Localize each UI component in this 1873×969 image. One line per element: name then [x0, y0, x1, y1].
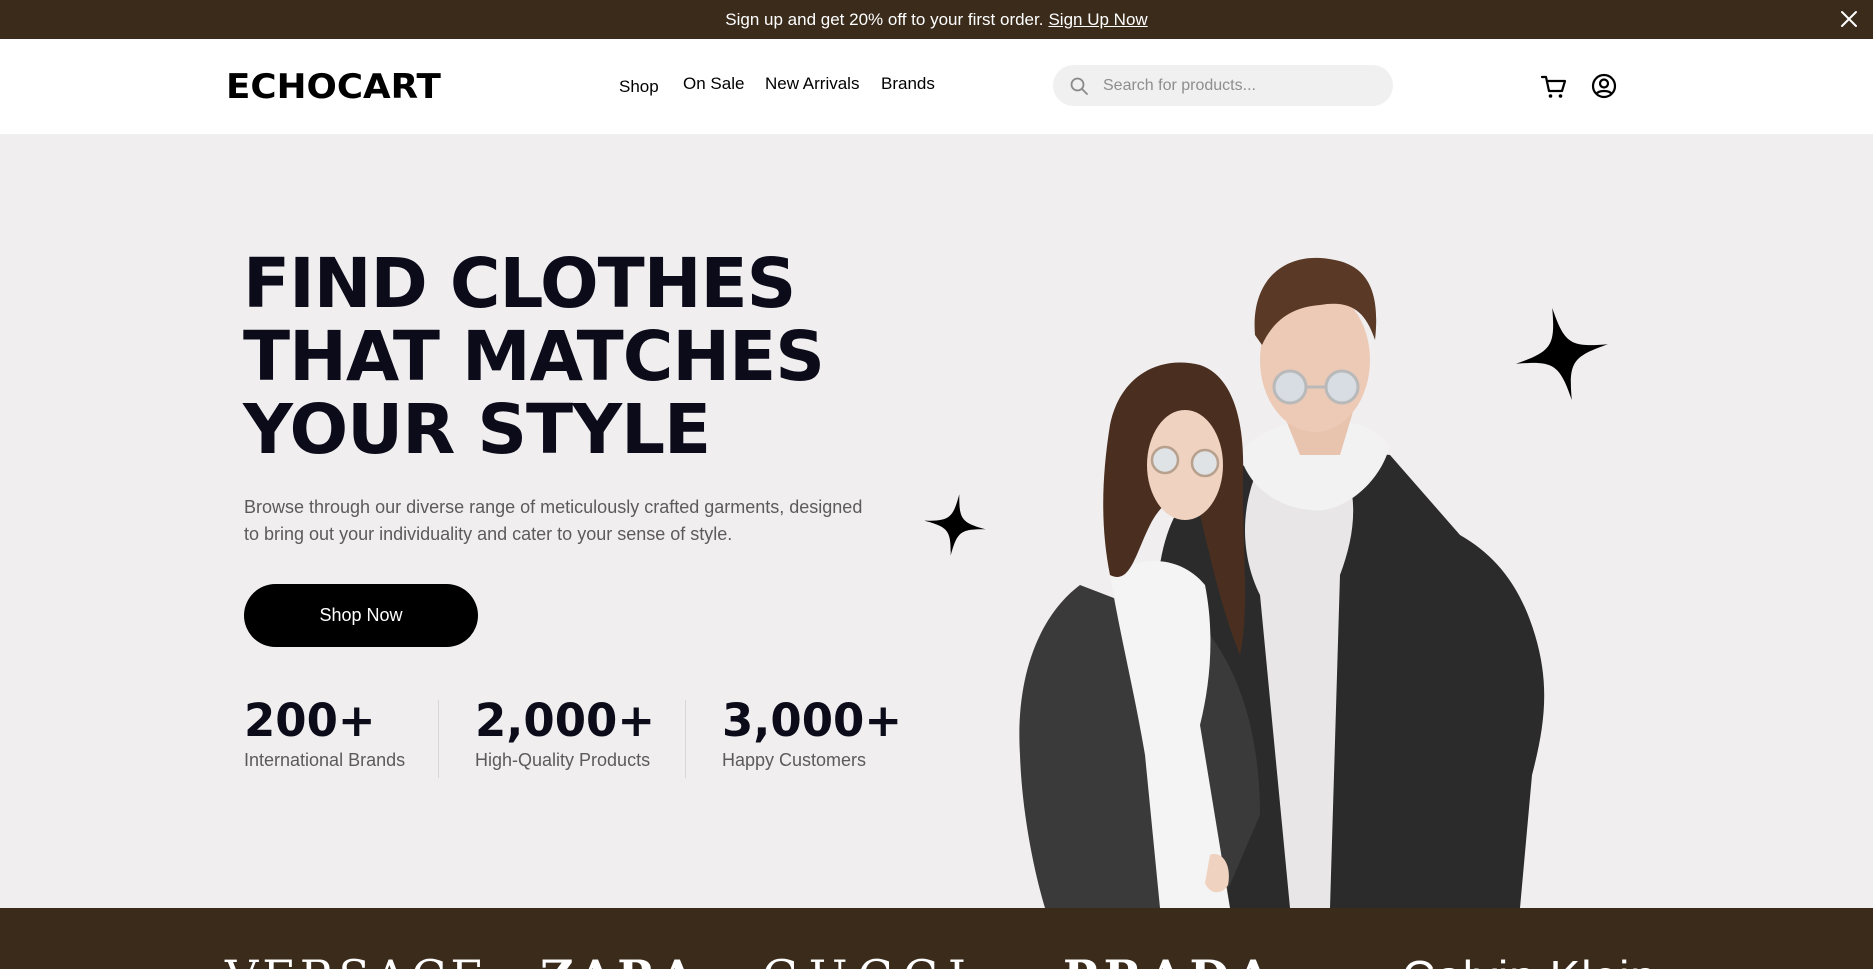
stat-value: 2,000+ — [475, 694, 656, 747]
brand-logo: GUCCI — [762, 950, 976, 969]
account-icon[interactable] — [1590, 72, 1618, 100]
announcement-bar: Sign up and get 20% off to your first or… — [0, 0, 1873, 39]
site-header: ECHOCART Shop On Sale New Arrivals Brand… — [0, 39, 1873, 134]
brand-logo: VERSACE — [225, 950, 488, 969]
announcement-message: Sign up and get 20% off to your first or… — [725, 9, 1044, 29]
nav-shop[interactable]: Shop — [619, 77, 659, 97]
stat-value: 3,000+ — [722, 694, 903, 747]
stat-label: High-Quality Products — [475, 750, 651, 770]
stat-value: 200+ — [244, 694, 376, 747]
brands-bar: VERSACE ZARA GUCCI PRADA Calvin Klein — [0, 908, 1873, 969]
stat-divider — [438, 700, 439, 778]
stat-divider — [685, 700, 686, 778]
nav-brands[interactable]: Brands — [881, 74, 935, 94]
hero-title-line: THAT MATCHES — [243, 317, 825, 397]
search-input[interactable] — [1103, 76, 1373, 95]
brand-logo: ZARA — [540, 950, 699, 969]
close-icon[interactable] — [1839, 9, 1859, 29]
cart-icon[interactable] — [1540, 73, 1568, 101]
stat-label: International Brands — [244, 750, 406, 770]
nav-on-sale[interactable]: On Sale — [683, 74, 744, 94]
sign-up-link[interactable]: Sign Up Now — [1048, 10, 1147, 30]
stat-customers: 3,000+ Happy Customers — [722, 694, 902, 771]
search-icon — [1070, 77, 1088, 95]
nav-new-arrivals[interactable]: New Arrivals — [765, 74, 859, 94]
hero-title-line: YOUR STYLE — [243, 390, 711, 470]
brand-logo: PRADA — [1063, 950, 1277, 969]
hero-description: Browse through our diverse range of meti… — [244, 497, 863, 544]
hero-title: FIND CLOTHES THAT MATCHES YOUR STYLE — [243, 244, 825, 470]
brand-logo: Calvin Klein — [1402, 950, 1657, 969]
logo[interactable]: ECHOCART — [226, 67, 441, 107]
stat-brands: 200+ International Brands — [244, 694, 405, 771]
stat-products: 2,000+ High-Quality Products — [475, 694, 655, 771]
hero-title-line: FIND CLOTHES — [243, 244, 796, 324]
search-bar — [1053, 65, 1393, 106]
stat-label: Happy Customers — [722, 750, 867, 770]
hero-models-image — [1019, 257, 1545, 908]
shop-now-button[interactable]: Shop Now — [244, 584, 478, 647]
